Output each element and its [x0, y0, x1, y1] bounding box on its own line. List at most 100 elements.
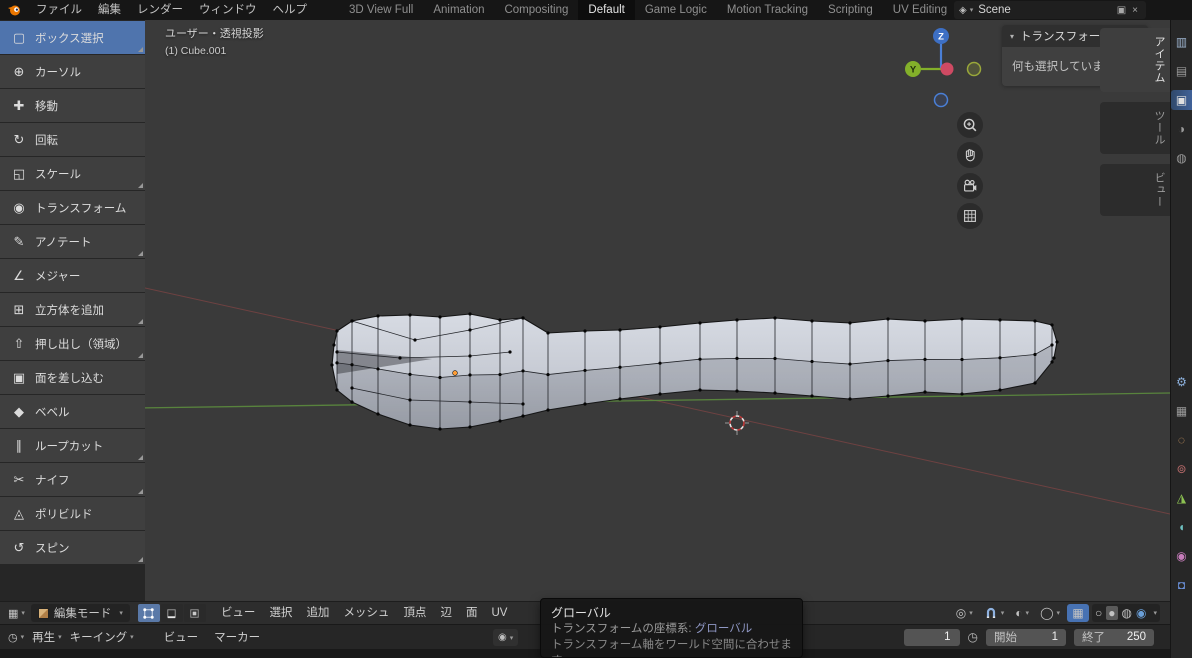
- viewport-menu-item[interactable]: ビュー: [214, 602, 263, 625]
- blender-logo-icon[interactable]: [6, 2, 22, 18]
- sidebar-tab[interactable]: ビュー: [1100, 164, 1170, 216]
- properties-tab[interactable]: ◉: [1171, 546, 1192, 566]
- chevron-down-icon: ▾: [969, 610, 973, 617]
- tool-button[interactable]: ✎ アノテート: [0, 225, 145, 258]
- properties-tab[interactable]: ⚙: [1171, 372, 1192, 392]
- wireframe-shading-icon[interactable]: ○: [1095, 606, 1102, 620]
- menu-item[interactable]: 編集: [90, 0, 129, 20]
- preview-range-icon[interactable]: ◷: [968, 630, 978, 644]
- timeline-menu-item[interactable]: ビュー: [156, 629, 207, 645]
- properties-tab[interactable]: ▦: [1171, 401, 1192, 421]
- properties-tab[interactable]: ▣: [1170, 90, 1192, 110]
- tool-button[interactable]: ▢ ボックス選択: [0, 21, 145, 54]
- scene-selector[interactable]: ◈ ▾ Scene ▣ ×: [954, 1, 1146, 19]
- workspace-tab[interactable]: Animation: [423, 0, 494, 20]
- overlays-button[interactable]: ◯ ▾: [1036, 606, 1064, 620]
- menu-item[interactable]: ウィンドウ: [191, 0, 265, 20]
- viewport-menu-item[interactable]: 選択: [262, 602, 299, 625]
- tool-button[interactable]: ⇧ 押し出し（領域）: [0, 327, 145, 360]
- current-frame-field[interactable]: 1: [903, 628, 960, 646]
- properties-tab[interactable]: ◑: [1171, 119, 1192, 139]
- scene-name[interactable]: Scene: [978, 4, 1113, 16]
- tool-label: ベベル: [35, 406, 70, 419]
- poly-build-icon: ◬: [14, 505, 24, 521]
- tool-button[interactable]: ✂ ナイフ: [0, 463, 145, 496]
- material-shading-icon[interactable]: ◍: [1122, 606, 1132, 620]
- sidebar-tab[interactable]: アイテム: [1100, 28, 1170, 92]
- magnifier-icon: [963, 118, 977, 132]
- camera-view-button[interactable]: [957, 173, 983, 199]
- rendered-shading-icon[interactable]: ◉: [1136, 606, 1146, 620]
- tool-button[interactable]: ◬ ポリビルド: [0, 497, 145, 530]
- tool-button[interactable]: ✚ 移動: [0, 89, 145, 122]
- timeline-editor-type-button[interactable]: ◷ ▾: [4, 631, 28, 644]
- view-name-label: ユーザー・透視投影: [165, 28, 264, 40]
- properties-tab[interactable]: ◍: [1171, 148, 1192, 168]
- workspace-tab[interactable]: 3D View Full: [339, 0, 423, 20]
- mesh-object[interactable]: [330, 312, 1059, 431]
- viewport-menu-item[interactable]: メッシュ: [336, 602, 396, 625]
- workspace-tab[interactable]: Scripting: [818, 0, 883, 20]
- edge-select-button[interactable]: [160, 604, 183, 622]
- navigation-gizmo[interactable]: Z Y: [900, 23, 990, 113]
- properties-tab[interactable]: ▤: [1171, 61, 1192, 81]
- auto-keying-button[interactable]: ◉ ▾: [493, 629, 519, 646]
- tool-button[interactable]: ↺ スピン: [0, 531, 145, 564]
- tool-button[interactable]: ◉ トランスフォーム: [0, 191, 145, 224]
- new-scene-button[interactable]: ▣: [1114, 5, 1129, 16]
- frame-end-field[interactable]: 終了 250: [1074, 628, 1154, 646]
- tool-button[interactable]: ◱ スケール: [0, 157, 145, 190]
- editor-type-button[interactable]: ▦ ▾: [4, 607, 29, 620]
- xray-toggle-button[interactable]: ▦: [1067, 604, 1090, 622]
- viewport-menu-item[interactable]: 追加: [299, 602, 336, 625]
- frame-start-field[interactable]: 開始 1: [986, 628, 1066, 646]
- tool-button[interactable]: ⊞ 立方体を追加: [0, 293, 145, 326]
- menu-bar: ファイル 編集 レンダー ウィンドウ ヘルプ: [28, 0, 315, 20]
- pan-button[interactable]: [957, 142, 983, 168]
- playback-dropdown[interactable]: 再生 ▾: [28, 629, 66, 645]
- tool-button[interactable]: ⊕ カーソル: [0, 55, 145, 88]
- add-cube-icon: ⊞: [13, 301, 25, 317]
- properties-tab[interactable]: ◖: [1171, 517, 1192, 537]
- ortho-toggle-button[interactable]: [957, 203, 983, 229]
- sidebar-tab[interactable]: ツール: [1100, 102, 1170, 154]
- properties-tab[interactable]: ◮: [1171, 488, 1192, 508]
- menu-item[interactable]: ヘルプ: [265, 0, 316, 20]
- properties-tab[interactable]: ▥: [1171, 32, 1192, 52]
- 3d-viewport[interactable]: ▢ ボックス選択 ⊕ カーソル ✚ 移動 ↻ 回転 ◱ スケール ◉ トランスフ…: [0, 20, 1170, 601]
- vertex-select-button[interactable]: [137, 604, 160, 622]
- mode-dropdown[interactable]: 編集モード ▾: [30, 604, 130, 622]
- submenu-indicator: [138, 183, 143, 188]
- workspace-tab[interactable]: Motion Tracking: [717, 0, 818, 20]
- viewport-menu-item[interactable]: 辺: [433, 602, 459, 625]
- workspace-tab[interactable]: Compositing: [494, 0, 578, 20]
- tool-button[interactable]: ∠ メジャー: [0, 259, 145, 292]
- viewport-canvas[interactable]: [0, 20, 1170, 601]
- workspace-tab[interactable]: Default: [578, 0, 635, 20]
- edge-select-icon: [167, 608, 177, 618]
- keying-dropdown[interactable]: キーイング ▾: [66, 629, 138, 645]
- menu-item[interactable]: ファイル: [28, 0, 90, 20]
- workspace-tab[interactable]: UV Editing: [883, 0, 957, 20]
- tool-button[interactable]: ↻ 回転: [0, 123, 145, 156]
- proportional-editing-button[interactable]: ◎ ▾: [952, 606, 977, 620]
- face-select-button[interactable]: [183, 604, 206, 622]
- zoom-button[interactable]: [957, 112, 983, 138]
- viewport-menu-item[interactable]: 頂点: [396, 602, 433, 625]
- unlink-scene-button[interactable]: ×: [1129, 5, 1141, 16]
- viewport-menu-item[interactable]: UV: [484, 602, 514, 625]
- pivot-point-button[interactable]: ◐ ▾: [1011, 606, 1033, 620]
- tool-button[interactable]: ▣ 面を差し込む: [0, 361, 145, 394]
- tool-button[interactable]: ∥ ループカット: [0, 429, 145, 462]
- solid-shading-icon[interactable]: ●: [1106, 606, 1118, 620]
- menu-item[interactable]: レンダー: [129, 0, 191, 20]
- tool-label: ナイフ: [35, 474, 70, 487]
- snapping-button[interactable]: ▾: [980, 606, 1009, 620]
- tool-button[interactable]: ◆ ベベル: [0, 395, 145, 428]
- properties-tab[interactable]: ◘: [1171, 575, 1192, 595]
- properties-tab[interactable]: ⊚: [1171, 459, 1192, 479]
- workspace-tab[interactable]: Game Logic: [635, 0, 717, 20]
- timeline-menu-item[interactable]: マーカー: [206, 629, 268, 645]
- properties-tab[interactable]: ◌: [1171, 430, 1192, 450]
- viewport-menu-item[interactable]: 面: [459, 602, 485, 625]
